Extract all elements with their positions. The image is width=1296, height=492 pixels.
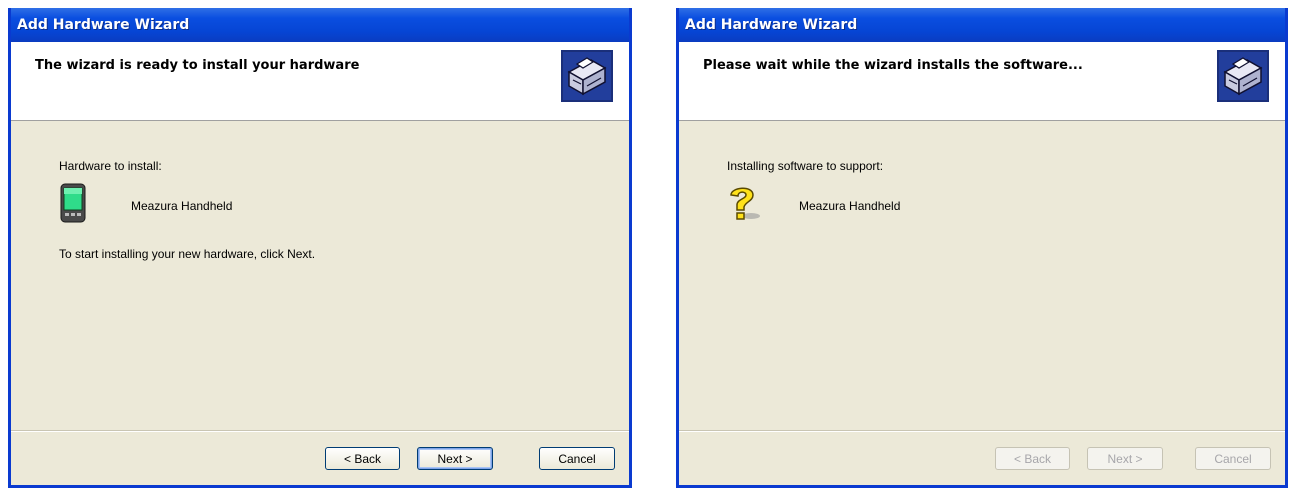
title-bar[interactable]: Add Hardware Wizard bbox=[679, 8, 1285, 42]
handheld-device-icon bbox=[60, 183, 86, 223]
device-name: Meazura Handheld bbox=[131, 199, 233, 213]
wizard-dialog-ready: Add Hardware Wizard The wizard is ready … bbox=[8, 8, 632, 488]
window-title: Add Hardware Wizard bbox=[17, 17, 190, 33]
next-button[interactable]: Next > bbox=[417, 447, 493, 470]
hardware-label: Hardware to install: bbox=[59, 159, 162, 173]
button-bar: < Back Next > Cancel bbox=[11, 430, 629, 485]
wizard-dialog-installing: Add Hardware Wizard Please wait while th… bbox=[676, 8, 1288, 488]
window-title: Add Hardware Wizard bbox=[685, 17, 858, 33]
page-heading: The wizard is ready to install your hard… bbox=[35, 58, 360, 73]
question-mark-icon bbox=[730, 187, 760, 220]
cancel-button[interactable]: Cancel bbox=[1195, 447, 1271, 470]
cancel-button[interactable]: Cancel bbox=[539, 447, 615, 470]
wizard-body: Hardware to install: Meazura Handheld To… bbox=[11, 121, 629, 446]
button-bar: < Back Next > Cancel bbox=[679, 430, 1285, 485]
installing-label: Installing software to support: bbox=[727, 159, 884, 173]
wizard-header: The wizard is ready to install your hard… bbox=[11, 42, 629, 121]
hardware-wizard-icon bbox=[561, 50, 613, 102]
device-name: Meazura Handheld bbox=[799, 199, 901, 213]
instruction-text: To start installing your new hardware, c… bbox=[59, 247, 316, 261]
next-button[interactable]: Next > bbox=[1087, 447, 1163, 470]
page-heading: Please wait while the wizard installs th… bbox=[703, 58, 1083, 73]
hardware-wizard-icon bbox=[1217, 50, 1269, 102]
wizard-header: Please wait while the wizard installs th… bbox=[679, 42, 1285, 121]
back-button[interactable]: < Back bbox=[995, 447, 1070, 470]
back-button[interactable]: < Back bbox=[325, 447, 400, 470]
title-bar[interactable]: Add Hardware Wizard bbox=[11, 8, 629, 42]
wizard-body: Installing software to support: Meazura … bbox=[679, 121, 1285, 446]
